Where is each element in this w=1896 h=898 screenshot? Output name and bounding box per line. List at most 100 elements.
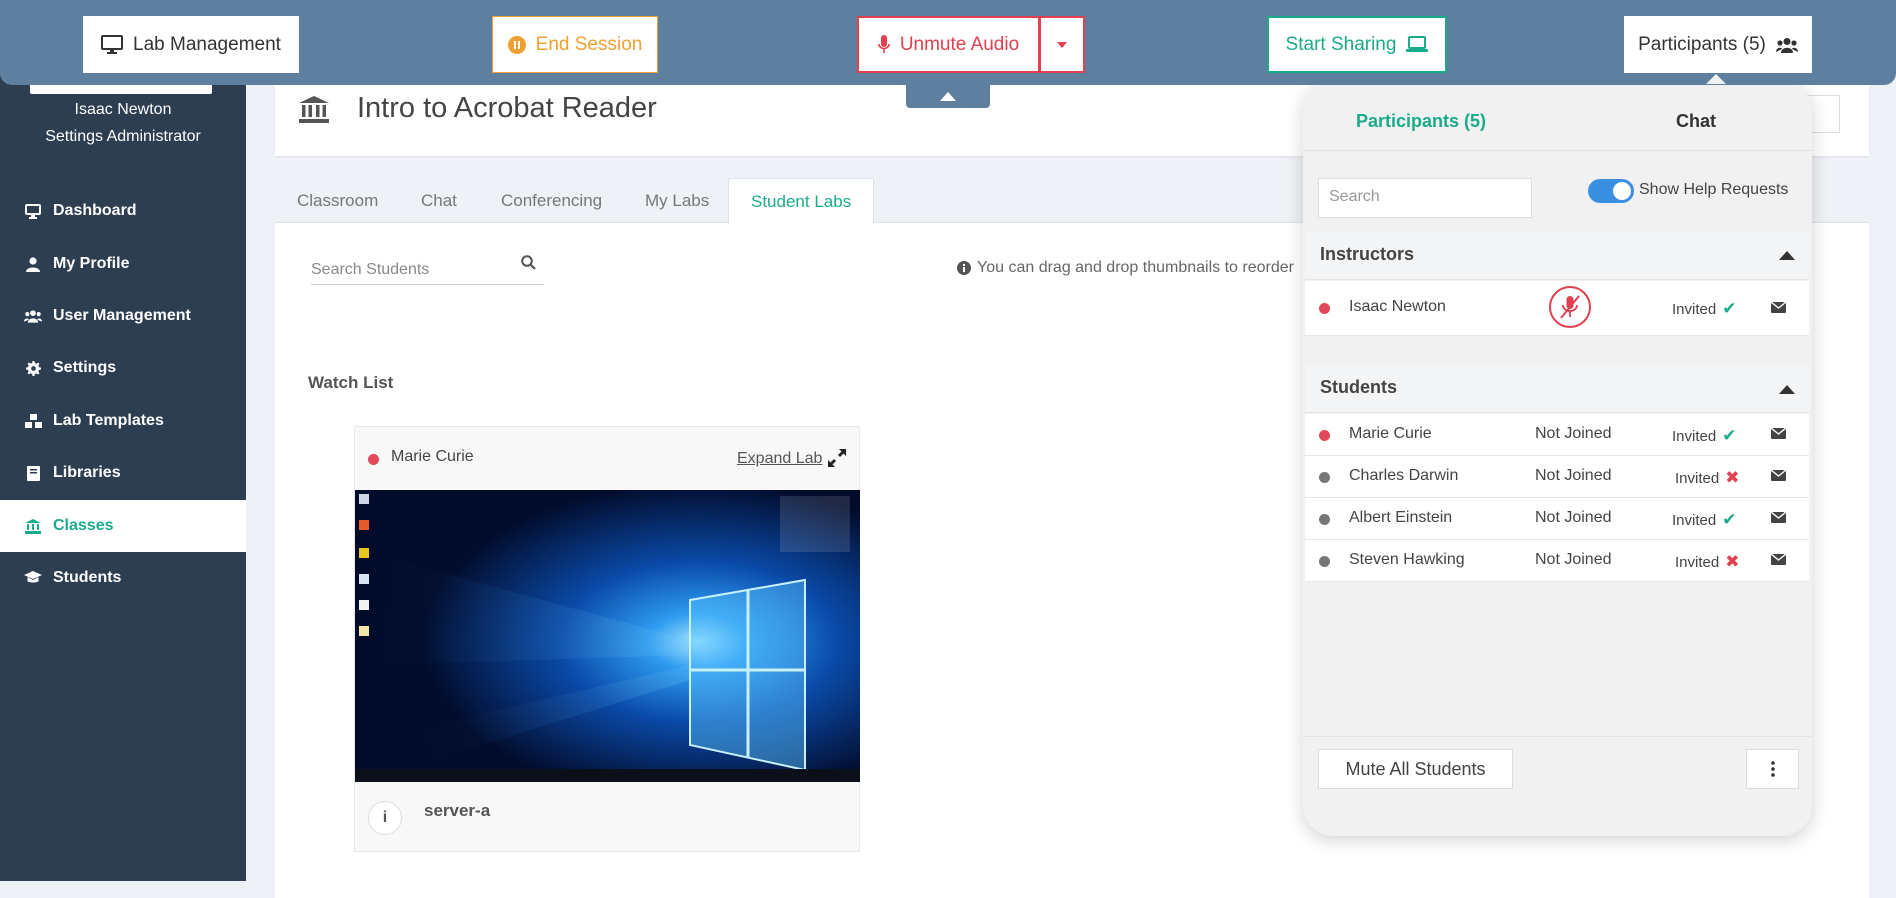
sidebar-item-user-management[interactable]: User Management bbox=[0, 290, 246, 342]
tab-student-labs[interactable]: Student Labs bbox=[728, 178, 875, 224]
server-name: server-a bbox=[424, 801, 491, 820]
participant-row: Charles Darwin Not Joined Invited ✖ bbox=[1305, 456, 1809, 498]
participant-name: Albert Einstein bbox=[1349, 509, 1453, 526]
book-icon bbox=[24, 464, 42, 482]
laptop-icon bbox=[1406, 36, 1429, 53]
start-sharing-button[interactable]: Start Sharing bbox=[1267, 16, 1447, 73]
panel-footer-divider bbox=[1303, 736, 1812, 737]
instructors-section-header[interactable]: Instructors bbox=[1305, 232, 1809, 280]
invitation-status: Invited ✔ bbox=[1672, 426, 1736, 446]
envelope-icon[interactable] bbox=[1771, 428, 1786, 439]
join-status: Not Joined bbox=[1535, 551, 1612, 568]
start-sharing-label: Start Sharing bbox=[1285, 33, 1397, 55]
sidebar-item-dashboard[interactable]: Dashboard bbox=[0, 185, 246, 237]
envelope-icon[interactable] bbox=[1771, 470, 1786, 481]
sidebar-item-label: My Profile bbox=[53, 255, 130, 272]
section-title: Students bbox=[1320, 377, 1398, 397]
participant-search-input[interactable]: Search bbox=[1318, 178, 1532, 218]
sidebar: Isaac Newton Settings Administrator Dash… bbox=[0, 0, 246, 881]
sidebar-item-lab-templates[interactable]: Lab Templates bbox=[0, 395, 246, 447]
sidebar-item-classes[interactable]: Classes bbox=[0, 500, 246, 552]
participant-row: Isaac Newton Invited ✔ bbox=[1305, 281, 1809, 336]
expand-icon[interactable] bbox=[827, 448, 847, 468]
sidebar-item-label: Lab Templates bbox=[53, 412, 164, 429]
help-requests-toggle[interactable] bbox=[1588, 179, 1634, 203]
tab-chat[interactable]: Chat bbox=[421, 178, 457, 223]
microphone-muted-icon[interactable] bbox=[1549, 286, 1591, 328]
bank-icon bbox=[299, 96, 329, 124]
user-icon bbox=[24, 255, 42, 273]
unmute-audio-label: Unmute Audio bbox=[899, 33, 1020, 55]
join-status: Not Joined bbox=[1535, 425, 1612, 442]
participant-name: Charles Darwin bbox=[1349, 467, 1459, 484]
unmute-audio-button[interactable]: Unmute Audio bbox=[857, 16, 1040, 73]
invited-label: Invited bbox=[1675, 469, 1720, 487]
caret-up-icon[interactable] bbox=[1779, 385, 1795, 394]
mute-all-students-button[interactable]: Mute All Students bbox=[1318, 749, 1513, 789]
tab-participants[interactable]: Participants (5) bbox=[1356, 111, 1486, 132]
info-circle-icon bbox=[957, 261, 971, 275]
participant-name: Steven Hawking bbox=[1349, 551, 1465, 568]
user-name: Isaac Newton bbox=[74, 101, 172, 118]
end-session-button[interactable]: End Session bbox=[492, 16, 658, 73]
bank-icon bbox=[24, 517, 42, 535]
join-status: Not Joined bbox=[1535, 467, 1612, 484]
invitation-status: Invited ✔ bbox=[1672, 299, 1736, 319]
page-scrollbar[interactable] bbox=[1882, 0, 1896, 881]
tab-chat[interactable]: Chat bbox=[1676, 111, 1716, 132]
sidebar-item-libraries[interactable]: Libraries bbox=[0, 447, 246, 499]
x-icon: ✖ bbox=[1725, 552, 1740, 571]
participant-name: Isaac Newton bbox=[1349, 298, 1446, 315]
panel-pointer bbox=[1706, 74, 1726, 84]
toolbar-collapse-toggle[interactable] bbox=[906, 84, 990, 108]
students-section-header[interactable]: Students bbox=[1305, 365, 1809, 413]
participant-row: Steven Hawking Not Joined Invited ✖ bbox=[1305, 540, 1809, 582]
audio-options-dropdown[interactable] bbox=[1039, 16, 1085, 73]
search-icon[interactable] bbox=[521, 255, 536, 270]
users-icon bbox=[1775, 37, 1798, 53]
participant-row: Albert Einstein Not Joined Invited ✔ bbox=[1305, 498, 1809, 540]
participants-panel: Participants (5) Chat Search Show Help R… bbox=[1303, 81, 1812, 836]
student-lab-card[interactable]: Marie Curie Expand Lab i server-a bbox=[354, 426, 860, 852]
status-dot bbox=[1319, 430, 1330, 441]
tab-my-labs[interactable]: My Labs bbox=[645, 178, 709, 223]
more-options-button[interactable] bbox=[1746, 749, 1799, 789]
invited-label: Invited bbox=[1672, 511, 1717, 529]
envelope-icon[interactable] bbox=[1771, 512, 1786, 523]
join-status: Not Joined bbox=[1535, 509, 1612, 526]
lab-management-button[interactable]: Lab Management bbox=[83, 16, 299, 73]
gear-icon bbox=[24, 359, 42, 377]
status-dot bbox=[1319, 303, 1330, 314]
envelope-icon[interactable] bbox=[1771, 554, 1786, 565]
section-title: Instructors bbox=[1320, 244, 1415, 264]
drag-hint-text: You can drag and drop thumbnails to reor… bbox=[977, 259, 1294, 276]
participant-name: Marie Curie bbox=[1349, 425, 1432, 442]
lab-management-label: Lab Management bbox=[133, 33, 281, 55]
caret-up-icon[interactable] bbox=[1779, 251, 1795, 260]
status-dot bbox=[1319, 556, 1330, 567]
tab-classroom[interactable]: Classroom bbox=[297, 178, 378, 223]
sidebar-item-students[interactable]: Students bbox=[0, 552, 246, 604]
end-session-label: End Session bbox=[535, 33, 643, 55]
sidebar-item-my-profile[interactable]: My Profile bbox=[0, 238, 246, 290]
graduation-cap-icon bbox=[24, 569, 42, 587]
user-role: Settings Administrator bbox=[45, 128, 201, 145]
status-dot bbox=[1319, 514, 1330, 525]
lab-student-name: Marie Curie bbox=[391, 448, 474, 465]
tab-conferencing[interactable]: Conferencing bbox=[501, 178, 602, 223]
sidebar-item-settings[interactable]: Settings bbox=[0, 342, 246, 394]
sidebar-item-label: Classes bbox=[53, 517, 114, 534]
invitation-status: Invited ✔ bbox=[1672, 510, 1736, 530]
lab-screen-thumbnail[interactable] bbox=[355, 490, 860, 782]
expand-lab-link[interactable]: Expand Lab bbox=[737, 450, 822, 468]
search-students-input[interactable]: Search Students bbox=[311, 255, 544, 285]
participant-row: Marie Curie Not Joined Invited ✔ bbox=[1305, 414, 1809, 456]
desktop-icon bbox=[24, 202, 42, 220]
status-dot bbox=[1319, 472, 1330, 483]
caret-down-icon bbox=[1057, 41, 1067, 48]
participants-button[interactable]: Participants (5) bbox=[1624, 16, 1812, 73]
check-icon: ✔ bbox=[1722, 510, 1737, 529]
lab-info-button[interactable]: i bbox=[368, 801, 402, 835]
session-toolbar: Lab Management End Session Unmute Audio … bbox=[0, 0, 1896, 85]
envelope-icon[interactable] bbox=[1771, 302, 1786, 313]
